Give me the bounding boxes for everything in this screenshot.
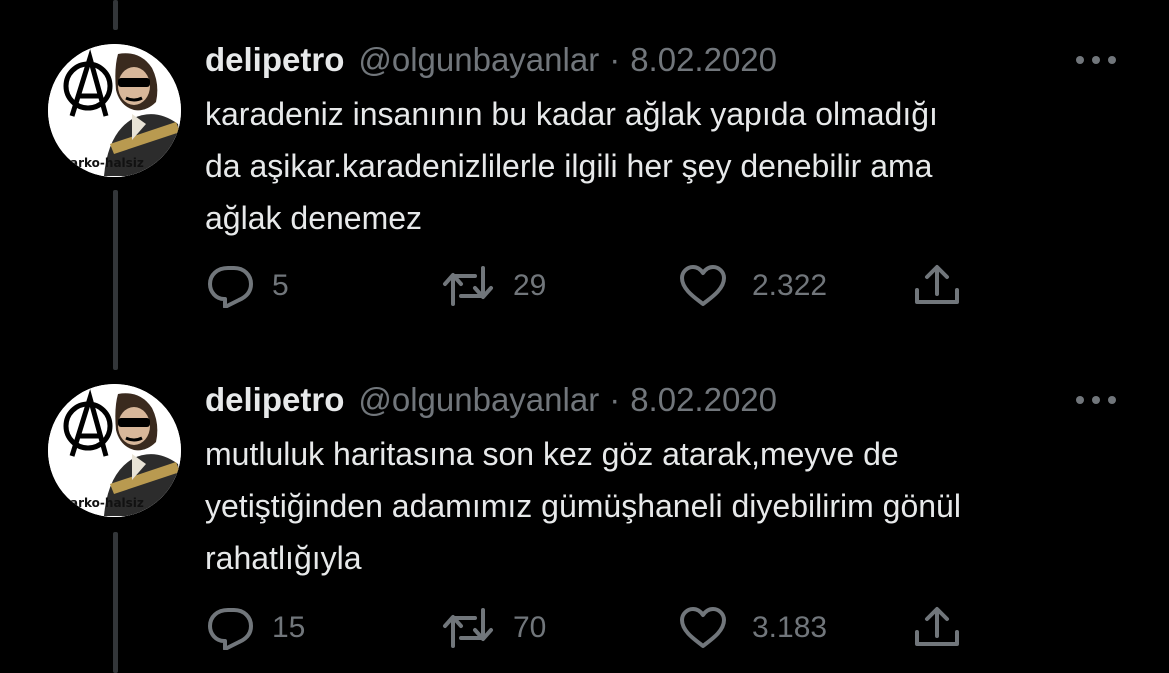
display-name[interactable]: delipetro	[205, 381, 344, 419]
tweet-text: karadeniz insanının bu kadar ağlak yapıd…	[205, 88, 1135, 244]
user-handle[interactable]: @olgunbayanlar	[358, 381, 599, 419]
like-button[interactable]: 2.322	[678, 264, 827, 308]
reply-count: 15	[272, 611, 306, 644]
tweet-date[interactable]: 8.02.2020	[630, 381, 777, 419]
avatar[interactable]: arko-halsiz	[48, 44, 181, 177]
tweet-text-line: ağlak denemez	[205, 200, 423, 236]
reply-icon	[208, 266, 253, 308]
avatar[interactable]: arko-halsiz	[48, 384, 181, 517]
separator-dot: ·	[609, 381, 621, 418]
like-button[interactable]: 3.183	[678, 606, 827, 650]
retweet-count: 70	[513, 611, 547, 644]
share-button[interactable]	[912, 604, 962, 650]
reply-icon	[208, 608, 253, 650]
like-count: 2.322	[752, 269, 828, 302]
heart-icon	[680, 265, 726, 306]
reply-button[interactable]: 5	[208, 264, 289, 308]
tweet-text-line: rahatlığıyla	[205, 540, 362, 576]
retweet-count: 29	[513, 269, 547, 302]
tweet-date[interactable]: 8.02.2020	[630, 41, 777, 79]
tweet-text-line: karadeniz insanının bu kadar ağlak yapıd…	[205, 96, 938, 132]
reply-count: 5	[272, 269, 289, 302]
avatar-caption: arko-halsiz	[70, 156, 144, 170]
reply-button[interactable]: 15	[208, 606, 305, 650]
tweet-text: mutluluk haritasına son kez göz atarak,m…	[205, 428, 1135, 584]
heart-icon	[680, 607, 726, 648]
display-name[interactable]: delipetro	[205, 41, 344, 79]
tweet-text-line: da aşikar.karadenizlilerle ilgili her şe…	[205, 148, 933, 184]
more-icon[interactable]	[1072, 50, 1120, 70]
retweet-button[interactable]: 29	[441, 264, 546, 308]
more-icon[interactable]	[1072, 390, 1120, 410]
tweet-text-line: mutluluk haritasına son kez göz atarak,m…	[205, 436, 899, 472]
user-handle[interactable]: @olgunbayanlar	[358, 41, 599, 79]
separator-dot: ·	[609, 41, 621, 78]
tweet[interactable]: arko-halsiz delipetro @olgunbayanlar · 8…	[0, 340, 1169, 673]
timeline: arko-halsiz delipetro @olgunbayanlar · 8…	[0, 0, 1169, 673]
tweet[interactable]: arko-halsiz delipetro @olgunbayanlar · 8…	[0, 0, 1169, 340]
retweet-icon	[443, 608, 493, 648]
tweet-header: delipetro @olgunbayanlar · 8.02.2020	[205, 378, 777, 422]
avatar-caption: arko-halsiz	[70, 496, 144, 510]
share-icon	[915, 265, 959, 304]
retweet-button[interactable]: 70	[441, 606, 546, 650]
like-count: 3.183	[752, 611, 828, 644]
tweet-header: delipetro @olgunbayanlar · 8.02.2020	[205, 38, 777, 82]
tweet-text-line: yetiştiğinden adamımız gümüşhaneli diyeb…	[205, 488, 961, 524]
share-icon	[915, 607, 959, 646]
retweet-icon	[443, 266, 493, 306]
share-button[interactable]	[912, 262, 962, 308]
